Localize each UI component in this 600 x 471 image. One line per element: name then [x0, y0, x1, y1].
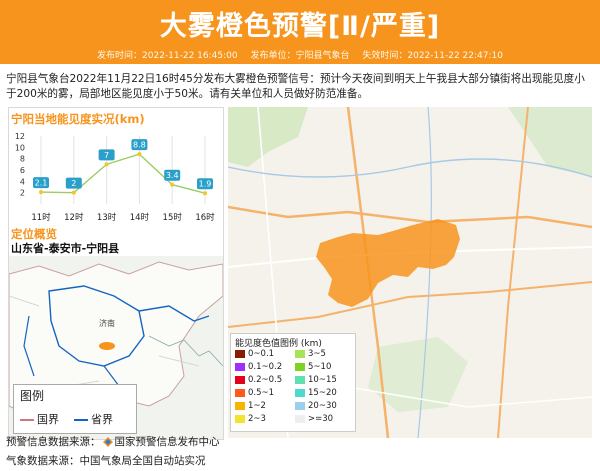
- y-tick-label: 8: [20, 155, 25, 164]
- header-bar: 大雾橙色预警[Ⅱ/严重] 发布时间：2022-11-22 16:45:00 发布…: [0, 0, 600, 64]
- legend-swatch: [235, 414, 245, 423]
- legend-label: 15~20: [308, 388, 337, 398]
- legend-item: 0.5~1: [235, 388, 274, 398]
- y-tick-label: 6: [20, 166, 25, 175]
- legend-national-border: 国界: [20, 411, 59, 427]
- warning-meta: 发布时间：2022-11-22 16:45:00 发布单位：宁阳县气象台 失效时…: [0, 48, 600, 62]
- legend-item: 15~20: [295, 388, 337, 398]
- issue-time: 发布时间：2022-11-22 16:45:00: [97, 51, 238, 61]
- visibility-legend: 能见度色值图例 (km) 0~0.1 3~5 0.1~0.2 5~10 0.2~0.5 1…: [230, 333, 356, 432]
- x-tick-label: 12时: [64, 212, 84, 223]
- y-tick-label: 10: [15, 143, 25, 152]
- data-label: 2.1: [35, 179, 48, 188]
- legend-swatch: [295, 401, 305, 410]
- legend-swatch: [235, 375, 245, 384]
- series-line: [40, 153, 206, 194]
- legend-label: 10~15: [308, 375, 337, 385]
- legend-item: 1~2: [235, 401, 266, 411]
- national-border-line: [20, 419, 34, 421]
- legend-label: 0.5~1: [248, 388, 275, 398]
- legend-swatch: [295, 414, 305, 423]
- legend-item: 2~3: [235, 414, 266, 424]
- warning-center-logo-icon: [102, 437, 113, 447]
- x-tick-label: 16时: [195, 212, 215, 223]
- location-path: 山东省-泰安市-宁阳县: [11, 242, 120, 255]
- legend-label: 5~10: [308, 362, 332, 372]
- y-tick-label: 4: [20, 177, 25, 186]
- legend-swatch: [295, 362, 305, 371]
- expire-time: 失效时间：2022-11-22 22:47:10: [362, 51, 503, 61]
- page-title: 大雾橙色预警[Ⅱ/严重]: [159, 11, 441, 42]
- legend-item: 3~5: [295, 349, 326, 359]
- visibility-legend-title: 能见度色值图例 (km): [235, 339, 322, 349]
- minimap-legend: 图例 国界 省界: [13, 384, 137, 434]
- data-point: [170, 182, 175, 187]
- legend-swatch: [235, 388, 245, 397]
- data-point: [104, 162, 109, 167]
- x-tick-label: 15时: [163, 212, 183, 223]
- warning-source: 预警信息数据来源： 国家预警信息发布中心: [6, 436, 220, 448]
- legend-item: 10~15: [295, 375, 337, 385]
- legend-label: 20~30: [308, 401, 337, 411]
- warning-source-name[interactable]: 国家预警信息发布中心: [115, 436, 220, 448]
- data-point: [39, 190, 43, 195]
- legend-swatch: [295, 375, 305, 384]
- y-tick-label: 12: [15, 132, 25, 141]
- y-tick-label: 2: [20, 189, 25, 198]
- legend-swatch: [235, 349, 245, 358]
- left-panel: 宁阳当地能见度实况(km) 2 4 6 8 10 12 2.1 11时 2 12时 7 13时 8.8 1…: [8, 107, 224, 440]
- legend-provincial-border: 省界: [74, 411, 113, 427]
- data-label: 3.4: [166, 171, 179, 180]
- issuer: 发布单位：宁阳县气象台: [250, 51, 350, 61]
- data-point: [137, 152, 142, 157]
- data-point: [203, 191, 207, 196]
- legend-label: 1~2: [248, 401, 266, 411]
- x-tick-label: 11时: [31, 212, 51, 223]
- legend-item: 0.1~0.2: [235, 362, 282, 372]
- legend-item: >=30: [295, 414, 333, 424]
- legend-label: 2~3: [248, 414, 266, 424]
- x-tick-label: 14时: [130, 212, 150, 223]
- legend-label: 0.2~0.5: [248, 375, 283, 385]
- data-label: 7: [104, 151, 109, 160]
- warning-area-marker: [99, 342, 115, 350]
- legend-label: 0~0.1: [248, 349, 275, 359]
- data-label: 1.9: [199, 180, 212, 189]
- legend-label: >=30: [308, 414, 334, 424]
- legend-swatch: [235, 401, 245, 410]
- data-label: 2: [71, 179, 76, 188]
- legend-item: 0~0.1: [235, 349, 274, 359]
- legend-title: 图例: [20, 389, 45, 403]
- legend-item: 20~30: [295, 401, 337, 411]
- provincial-border-line: [74, 419, 88, 421]
- city-label: 济南: [99, 318, 115, 328]
- x-tick-label: 13时: [97, 212, 117, 223]
- weather-source: 气象数据来源：中国气象局全国自动站实况: [6, 455, 206, 467]
- legend-label: 3~5: [308, 349, 326, 359]
- legend-label: 0.1~0.2: [248, 362, 283, 372]
- legend-swatch: [295, 388, 305, 397]
- warning-description: 宁阳县气象台2022年11月22日16时45分发布大雾橙色预警信号：预计今天夜间…: [6, 73, 585, 100]
- legend-swatch: [295, 349, 305, 358]
- visibility-chart-title: 宁阳当地能见度实况(km): [11, 112, 145, 126]
- legend-item: 0.2~0.5: [235, 375, 282, 385]
- data-label: 8.8: [133, 141, 146, 150]
- data-point: [71, 190, 76, 195]
- legend-swatch: [235, 362, 245, 371]
- legend-item: 5~10: [295, 362, 331, 372]
